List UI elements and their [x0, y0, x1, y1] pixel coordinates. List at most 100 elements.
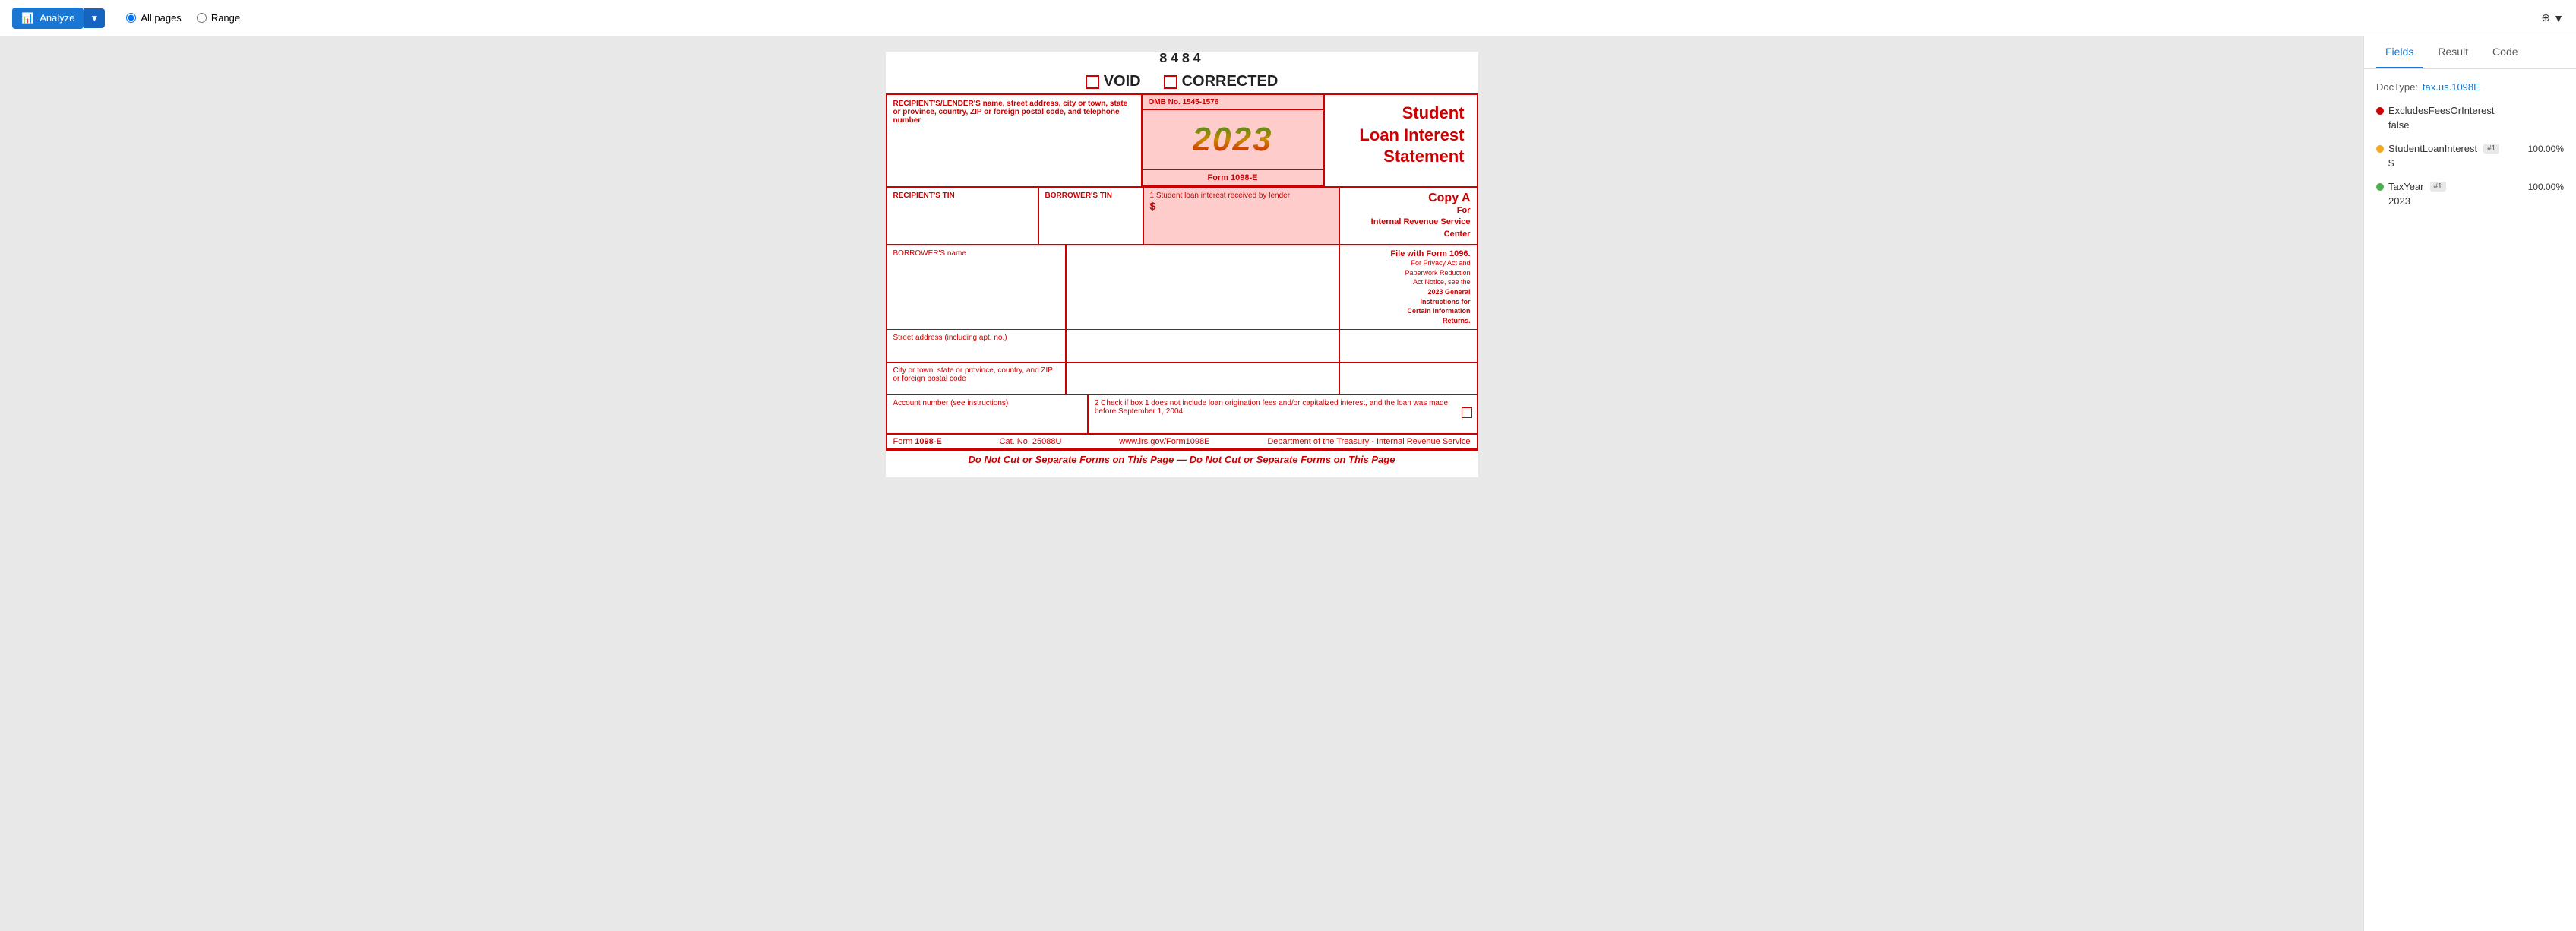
- borrower-name-box: BORROWER'S name: [887, 245, 1067, 329]
- analyze-dropdown-button[interactable]: ▼: [84, 8, 105, 28]
- layers-icon: ⊕: [2541, 11, 2550, 24]
- layers-button[interactable]: ⊕ ▼: [2541, 11, 2564, 24]
- title-line3: Statement: [1383, 147, 1464, 166]
- tab-result[interactable]: Result: [2429, 36, 2477, 68]
- field-excludes-value: false: [2376, 119, 2564, 131]
- mid-section: RECIPIENT'S TIN BORROWER'S TIN 1 Student…: [887, 188, 1477, 245]
- footer-url: www.irs.gov/Form1098E: [1119, 437, 1209, 446]
- recipient-name-box: RECIPIENT'S/LENDER'S name, street addres…: [887, 95, 1143, 186]
- field-taxyear-value: 2023: [2376, 195, 2564, 207]
- form-number-display: 8484: [886, 52, 1478, 67]
- void-checkbox-label: VOID: [1086, 73, 1141, 90]
- top-section: RECIPIENT'S/LENDER'S name, street addres…: [887, 95, 1477, 188]
- form-name-label: Form 1098-E: [1207, 173, 1257, 182]
- right-panel: Fields Result Code DocType: tax.us.1098E…: [2363, 36, 2576, 931]
- field-student-loan: StudentLoanInterest #1 100.00% $: [2376, 143, 2564, 169]
- file-text: File with Form 1096.: [1346, 249, 1471, 258]
- field-taxyear-name: TaxYear: [2388, 181, 2424, 192]
- bottom-banner: Do Not Cut or Separate Forms on This Pag…: [886, 451, 1478, 468]
- corrected-checkbox[interactable]: [1164, 75, 1177, 89]
- box1-label: 1 Student loan interest received by lend…: [1150, 192, 1332, 200]
- street-address-box: Street address (including apt. no.): [887, 330, 1067, 362]
- omb-label: OMB No. 1545-1576: [1149, 98, 1219, 106]
- corrected-checkbox-label: CORRECTED: [1164, 73, 1279, 90]
- copy-a-for: For Internal Revenue Service Center: [1346, 205, 1471, 240]
- box2-label: 2 Check if box 1 does not include loan o…: [1095, 399, 1471, 416]
- street-right-space: [1340, 330, 1477, 362]
- field-student-name: StudentLoanInterest: [2388, 143, 2477, 154]
- street-address-row: Street address (including apt. no.): [887, 330, 1477, 363]
- field-student-header: StudentLoanInterest #1 100.00%: [2376, 143, 2564, 154]
- copy-a-box: Copy A For Internal Revenue Service Cent…: [1340, 188, 1477, 244]
- city-box: City or town, state or province, country…: [887, 363, 1067, 394]
- recipient-tin-label: RECIPIENT'S TIN: [893, 192, 1032, 200]
- chart-icon: 📊: [21, 12, 33, 24]
- field-dot-yellow: [2376, 145, 2384, 153]
- document-panel: 8484 VOID CORRECTED RECIPIENT'S/LENDER'S…: [0, 36, 2363, 931]
- account-section: Account number (see instructions) 2 Chec…: [887, 395, 1477, 435]
- form-title: Student Loan Interest Statement: [1337, 103, 1465, 168]
- top-bar: 📊 Analyze ▼ All pages Range ⊕ ▼: [0, 0, 2576, 36]
- recipient-name-label: RECIPIENT'S/LENDER'S name, street addres…: [893, 100, 1135, 125]
- box2-section: 2 Check if box 1 does not include loan o…: [1089, 395, 1477, 433]
- omb-box: OMB No. 1545-1576: [1143, 95, 1323, 110]
- field-tax-year: TaxYear #1 100.00% 2023: [2376, 181, 2564, 207]
- all-pages-radio[interactable]: All pages: [126, 12, 181, 24]
- field-taxyear-header: TaxYear #1 100.00%: [2376, 181, 2564, 192]
- city-extra-space: [1067, 363, 1340, 394]
- account-label: Account number (see instructions): [893, 399, 1081, 407]
- footer-form-label: Form 1098-E: [893, 437, 942, 446]
- recipient-tin-box: RECIPIENT'S TIN: [887, 188, 1039, 244]
- city-label: City or town, state or province, country…: [893, 366, 1059, 383]
- box1-section: 1 Student loan interest received by lend…: [1144, 188, 1340, 244]
- borrower-name-label: BORROWER'S name: [893, 249, 1059, 258]
- box1-extra-space: [1067, 245, 1340, 329]
- copy-a-title: Copy A: [1346, 192, 1471, 205]
- page-range-group: All pages Range: [126, 12, 240, 24]
- panel-body: DocType: tax.us.1098E ExcludesFeesOrInte…: [2364, 69, 2576, 231]
- city-row: City or town, state or province, country…: [887, 363, 1477, 395]
- field-excludes-fees: ExcludesFeesOrInterest false: [2376, 105, 2564, 131]
- borrower-tin-label: BORROWER'S TIN: [1045, 192, 1136, 200]
- street-extra-space: [1067, 330, 1340, 362]
- form-grid: RECIPIENT'S/LENDER'S name, street addres…: [886, 93, 1478, 451]
- title-box: Student Loan Interest Statement: [1325, 95, 1477, 186]
- void-checkbox[interactable]: [1086, 75, 1099, 89]
- borrower-tin-box: BORROWER'S TIN: [1039, 188, 1144, 244]
- box1-dollar: $: [1150, 200, 1332, 212]
- tab-fields[interactable]: Fields: [2376, 36, 2423, 68]
- title-line1: Student: [1402, 103, 1465, 122]
- main-content: 8484 VOID CORRECTED RECIPIENT'S/LENDER'S…: [0, 36, 2576, 931]
- field-taxyear-pct: 100.00%: [2528, 182, 2564, 192]
- right-info-section: File with Form 1096. For Privacy Act and…: [1340, 245, 1477, 329]
- box2-checkbox[interactable]: [1462, 407, 1472, 418]
- field-taxyear-badge: #1: [2430, 182, 2446, 192]
- account-box: Account number (see instructions): [887, 395, 1089, 433]
- field-excludes-name: ExcludesFeesOrInterest: [2388, 105, 2494, 116]
- field-dot-red: [2376, 107, 2384, 115]
- year-display: 2023: [1193, 121, 1273, 159]
- field-dot-green: [2376, 183, 2384, 191]
- range-radio[interactable]: Range: [197, 12, 240, 24]
- field-excludes-header: ExcludesFeesOrInterest: [2376, 105, 2564, 116]
- doctype-label: DocType:: [2376, 81, 2418, 93]
- privacy-text: For Privacy Act andPaperwork ReductionAc…: [1346, 258, 1471, 325]
- field-student-pct: 100.00%: [2528, 144, 2564, 154]
- tab-code[interactable]: Code: [2483, 36, 2527, 68]
- year-logo-box: 2023: [1143, 110, 1323, 170]
- city-right-space: [1340, 363, 1477, 394]
- borrower-name-section: BORROWER'S name File with Form 1096. For…: [887, 245, 1477, 330]
- analyze-label: Analyze: [40, 12, 74, 24]
- footer-bar: Form 1098-E Cat. No. 25088U www.irs.gov/…: [887, 435, 1477, 449]
- doctype-row: DocType: tax.us.1098E: [2376, 81, 2564, 93]
- field-student-value: $: [2376, 157, 2564, 169]
- form-container: 8484 VOID CORRECTED RECIPIENT'S/LENDER'S…: [886, 52, 1478, 477]
- footer-dept: Department of the Treasury - Internal Re…: [1267, 437, 1470, 446]
- void-corrected-row: VOID CORRECTED: [886, 73, 1478, 90]
- panel-tabs: Fields Result Code: [2364, 36, 2576, 69]
- void-text: VOID: [1104, 73, 1141, 90]
- street-label: Street address (including apt. no.): [893, 334, 1059, 342]
- analyze-button[interactable]: 📊 Analyze: [12, 8, 84, 29]
- field-student-badge: #1: [2483, 144, 2499, 154]
- title-line2: Loan Interest: [1359, 125, 1464, 144]
